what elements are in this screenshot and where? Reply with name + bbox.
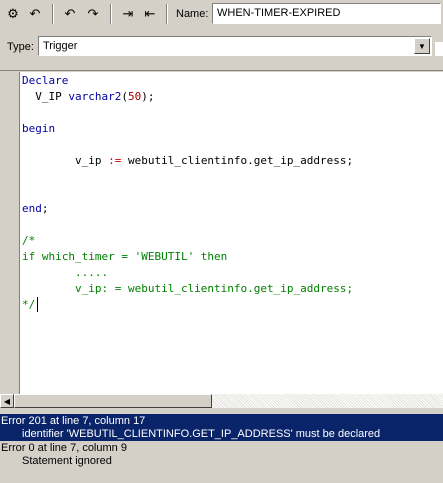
code-token: ); [141, 90, 155, 103]
code-line[interactable]: Declare [22, 73, 68, 89]
code-line[interactable]: ..... [22, 265, 108, 281]
indent-icon[interactable]: ⇥ [118, 4, 138, 24]
code-line[interactable]: /* [22, 233, 35, 249]
toolbar-separator [52, 4, 54, 24]
code-token: if which_timer = 'WEBUTIL' then [22, 250, 228, 263]
error-message[interactable]: Error 0 at line 7, column 9 Statement ig… [0, 441, 443, 483]
compile-icon[interactable]: ⚙ [3, 4, 23, 24]
chevron-down-icon[interactable]: ▼ [414, 38, 430, 54]
revert-icon[interactable]: ↶ [25, 4, 45, 24]
code-token: ; [41, 202, 49, 215]
error-title: Error 0 at line 7, column 9 [1, 442, 127, 454]
error-detail: Statement ignored [22, 455, 112, 467]
text-caret [37, 297, 38, 312]
code-line[interactable]: v_ip: = webutil_clientinfo.get_ip_addres… [22, 281, 353, 297]
code-line[interactable]: V_IP varchar2(50); [22, 89, 154, 105]
code-token: v_ip: = webutil_clientinfo.get_ip_addres… [22, 282, 354, 295]
error-title: Error 201 at line 7, column 17 [1, 415, 146, 427]
name-label: Name: [176, 8, 209, 20]
code-line[interactable]: if which_timer = 'WEBUTIL' then [22, 249, 227, 265]
error-message-selected[interactable]: Error 201 at line 7, column 17 identifie… [0, 414, 443, 441]
code-line[interactable]: */ [22, 297, 35, 313]
window-edge [435, 42, 443, 56]
code-token: */ [22, 298, 36, 311]
code-token: := [108, 154, 122, 167]
code-token: 50 [127, 90, 142, 103]
code-line[interactable]: v_ip := webutil_clientinfo.get_ip_addres… [22, 153, 353, 169]
type-row: Type: Trigger ▼ [0, 34, 443, 60]
code-token: /* [22, 234, 36, 247]
toolbar: ⚙ ↶ ↶ ↷ ⇥ ⇤ Name: WHEN-TIMER-EXPIRED [0, 0, 443, 30]
code-token: ( [121, 90, 128, 103]
name-field[interactable]: WHEN-TIMER-EXPIRED [212, 3, 441, 24]
horizontal-scrollbar[interactable]: ◀ [0, 394, 443, 410]
error-detail: identifier 'WEBUTIL_CLIENTINFO.GET_IP_AD… [22, 428, 381, 440]
type-label: Type: [7, 41, 34, 53]
toolbar-separator [166, 4, 168, 24]
code-token: ..... [22, 266, 109, 279]
code-token: webutil_clientinfo.get_ip_address; [121, 154, 354, 167]
code-line[interactable]: end; [22, 201, 49, 217]
scroll-left-icon[interactable]: ◀ [0, 394, 14, 408]
undo-icon[interactable]: ↶ [60, 4, 80, 24]
code-token: begin [22, 122, 56, 135]
redo-icon[interactable]: ↷ [83, 4, 103, 24]
code-token: end [22, 202, 42, 215]
toolbar-separator [110, 4, 112, 24]
code-token: Declare [22, 74, 69, 87]
code-editor[interactable]: Declare V_IP varchar2(50); begin v_ip := … [20, 72, 443, 394]
type-select[interactable]: Trigger ▼ [38, 36, 432, 56]
code-token: V_IP [22, 90, 69, 103]
code-token: v_ip [22, 154, 109, 167]
editor-gutter [0, 72, 20, 394]
outdent-icon[interactable]: ⇤ [140, 4, 160, 24]
code-token: varchar2 [68, 90, 122, 103]
type-value: Trigger [43, 40, 78, 52]
scrollbar-thumb[interactable] [14, 394, 212, 408]
code-line[interactable]: begin [22, 121, 55, 137]
